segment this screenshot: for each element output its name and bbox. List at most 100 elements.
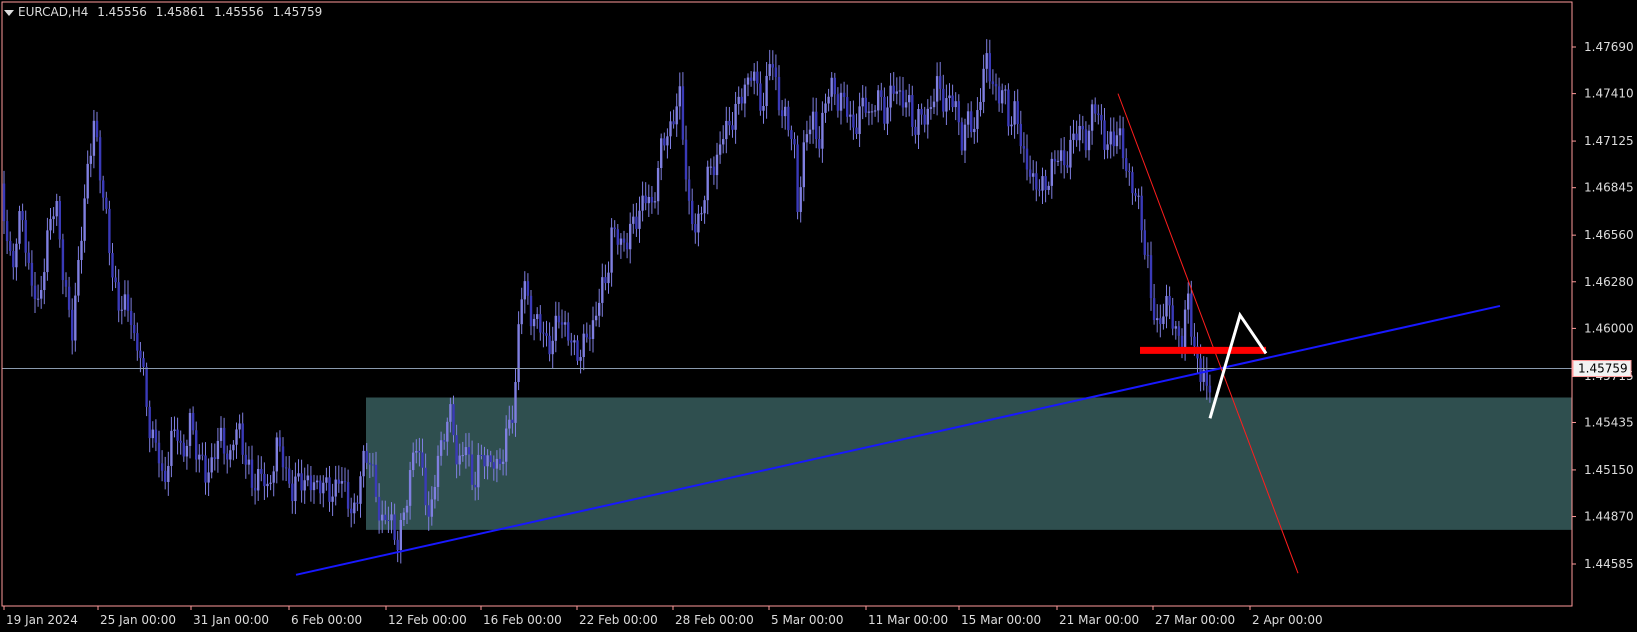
x-tick-label: 22 Feb 00:00	[579, 613, 658, 627]
x-tick-label: 15 Mar 00:00	[961, 613, 1041, 627]
candle-body	[350, 508, 353, 514]
candle-body	[452, 404, 455, 436]
candle-body	[994, 84, 998, 87]
candle-body	[861, 97, 864, 107]
chart-background	[0, 0, 1637, 632]
candle-body	[303, 480, 306, 491]
candle-body	[722, 139, 725, 145]
candle-body	[40, 290, 43, 299]
candle-body	[244, 454, 247, 465]
candle-body	[1106, 144, 1109, 150]
candle-body	[1028, 169, 1032, 177]
candle-body	[322, 482, 325, 494]
candle-body	[793, 139, 796, 145]
candle-body	[554, 315, 557, 341]
candle-body	[443, 440, 446, 442]
candle-body	[1056, 160, 1060, 162]
candle-body	[1053, 158, 1057, 162]
candle-body	[260, 469, 263, 474]
candle-body	[647, 196, 650, 204]
candle-body	[715, 154, 719, 176]
candle-body	[36, 298, 40, 300]
candle-body	[291, 483, 294, 502]
price-chart[interactable]: 1.47690 1.47410 1.47125 1.46845 1.46560 1.462…	[0, 0, 1637, 632]
candle-body	[12, 250, 15, 268]
candle-body	[182, 442, 185, 457]
candle-body	[765, 75, 768, 107]
candle-body	[67, 286, 71, 310]
y-tick-label: 1.44585	[1584, 557, 1634, 571]
candle-body	[164, 470, 167, 482]
y-tick-label: 1.47690	[1584, 40, 1634, 54]
candle-body	[83, 198, 86, 241]
candle-body	[495, 458, 499, 469]
candle-body	[762, 106, 765, 111]
candle-body	[114, 277, 117, 283]
candle-body	[892, 85, 895, 94]
candle-body	[536, 314, 539, 319]
candle-body	[830, 77, 833, 97]
candle-body	[725, 120, 728, 140]
candle-body	[532, 318, 536, 327]
candle-body	[1072, 133, 1075, 140]
candle-body	[1121, 128, 1125, 159]
candle-body	[1090, 104, 1094, 131]
candle-body	[297, 473, 300, 477]
candle-body	[588, 337, 592, 339]
candle-body	[58, 201, 61, 240]
candle-body	[1109, 131, 1112, 145]
candle-body	[222, 427, 226, 454]
candle-body	[635, 216, 638, 229]
candle-body	[27, 252, 30, 263]
candle-body	[250, 459, 254, 488]
candle-body	[545, 333, 548, 336]
candle-body	[1078, 125, 1081, 141]
candle-body	[653, 201, 657, 203]
candle-body	[849, 114, 852, 117]
candle-body	[179, 440, 182, 443]
candle-body	[1156, 318, 1159, 321]
candle-body	[842, 92, 846, 98]
candle-body	[61, 239, 65, 281]
candle-body	[439, 440, 443, 456]
candle-body	[929, 107, 933, 109]
candle-body	[731, 125, 734, 130]
x-tick-label: 5 Mar 00:00	[771, 613, 844, 627]
candle-body	[576, 340, 579, 361]
candle-body	[393, 514, 396, 540]
candle-body	[415, 450, 418, 453]
candle-body	[1019, 123, 1022, 147]
candle-body	[1208, 385, 1212, 393]
candle-body	[492, 462, 495, 469]
candle-body	[833, 77, 836, 95]
candle-body	[449, 404, 452, 422]
candle-body	[1100, 114, 1103, 121]
candle-body	[331, 496, 334, 502]
candle-body	[935, 76, 939, 102]
candle-body	[784, 106, 787, 117]
candle-body	[505, 428, 508, 462]
candle-body	[173, 429, 176, 431]
candle-body	[461, 455, 464, 457]
candle-body	[805, 134, 809, 143]
candle-body	[421, 452, 424, 468]
candle-body	[430, 499, 433, 517]
candle-body	[312, 482, 316, 491]
collapse-triangle-icon[interactable]	[4, 9, 14, 16]
candle-body	[718, 144, 722, 155]
candle-body	[201, 454, 204, 456]
candle-body	[381, 514, 384, 521]
candle-body	[836, 94, 840, 111]
candle-body	[749, 77, 753, 81]
candle-body	[939, 76, 942, 89]
demand-zone-layer	[366, 397, 1572, 530]
candle-body	[319, 480, 322, 494]
candle-body	[46, 230, 49, 273]
candle-body	[356, 502, 359, 504]
candle-body	[108, 208, 111, 254]
candle-body	[997, 86, 1001, 104]
candle-body	[145, 366, 148, 407]
candle-body	[753, 71, 756, 81]
candle-body	[904, 102, 908, 108]
candle-body	[362, 450, 365, 477]
